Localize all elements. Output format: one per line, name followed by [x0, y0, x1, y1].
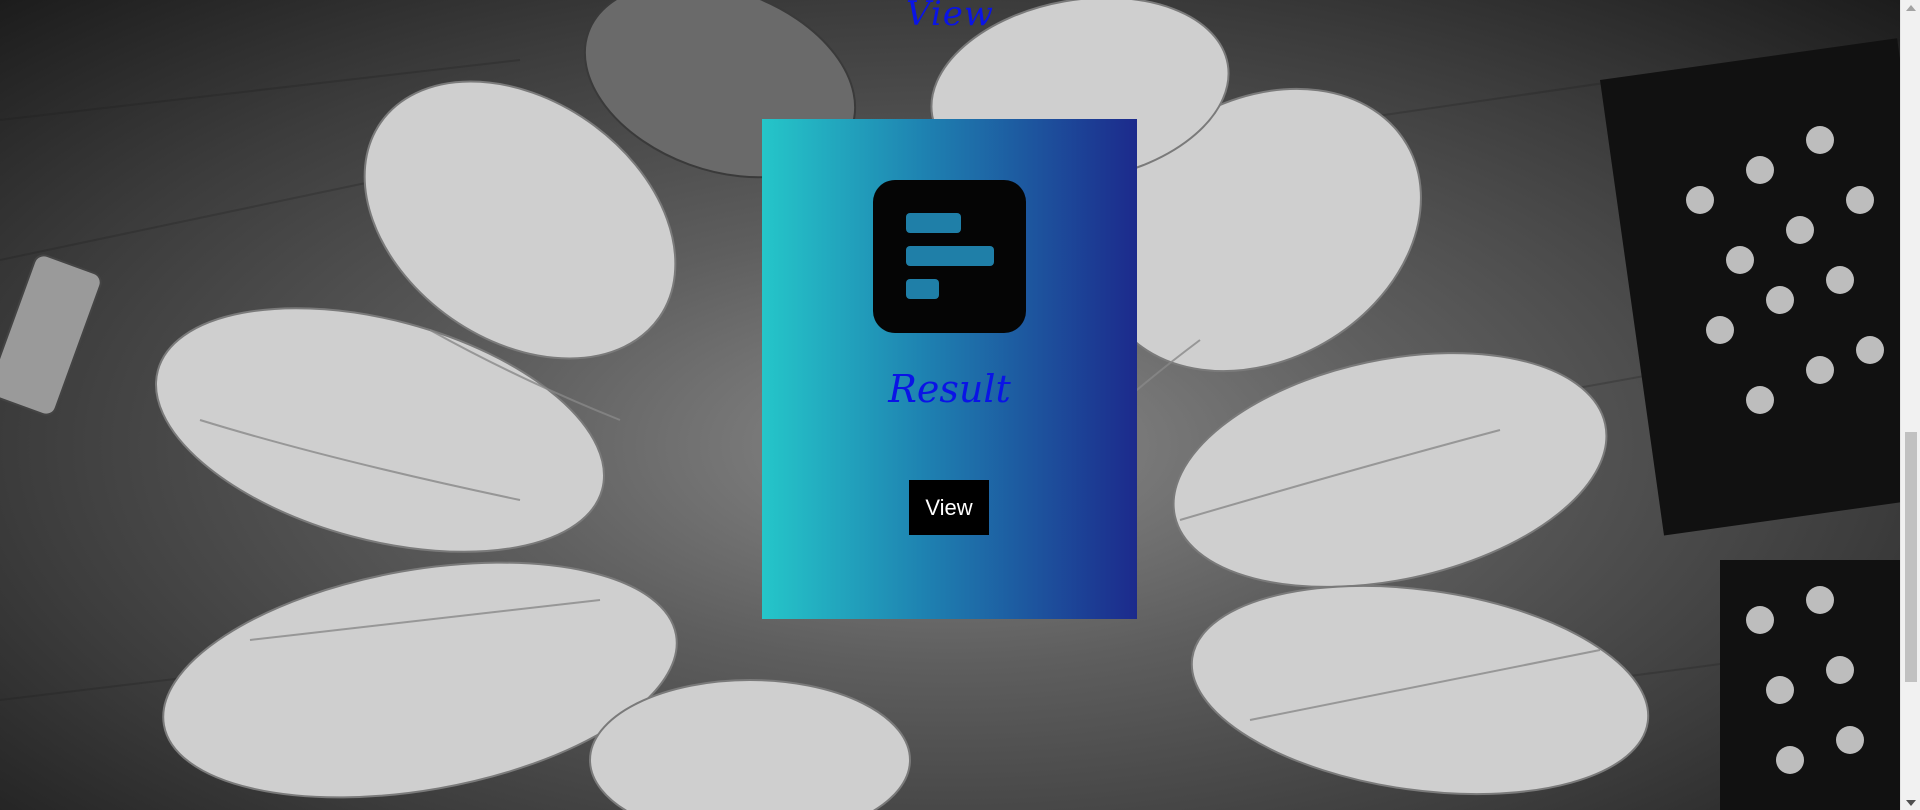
page: View Result View — [0, 0, 1920, 810]
section-heading: View — [905, 0, 995, 34]
result-card: Result View — [762, 119, 1137, 619]
scrollbar-thumb[interactable] — [1905, 432, 1917, 682]
vertical-scrollbar[interactable] — [1900, 0, 1920, 810]
card-title: Result — [888, 367, 1011, 411]
view-button[interactable]: View — [909, 480, 989, 535]
scroll-down-arrow-icon[interactable] — [1906, 800, 1916, 806]
form-list-icon — [873, 180, 1026, 333]
scroll-up-arrow-icon[interactable] — [1906, 5, 1916, 11]
